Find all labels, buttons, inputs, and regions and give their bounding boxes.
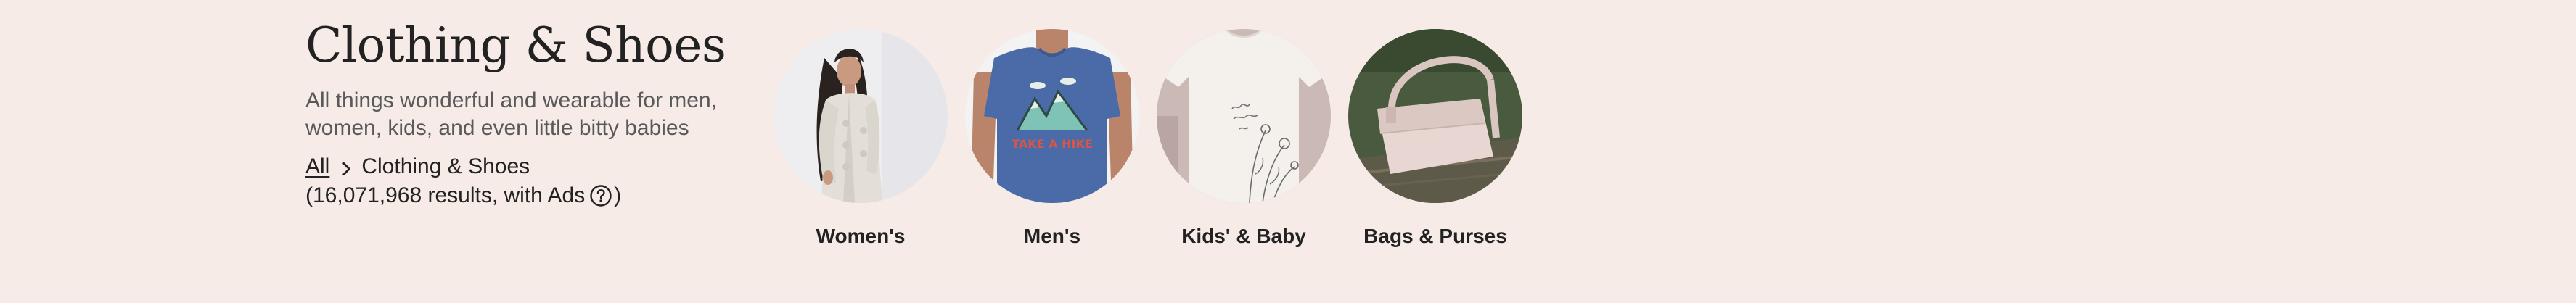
- leather-bag-photo: [1348, 29, 1522, 203]
- womens-clothing-photo: [774, 29, 948, 203]
- breadcrumb-all-link[interactable]: All: [305, 152, 329, 181]
- category-label: Men's: [1023, 225, 1081, 247]
- baby-onesie-photo: [1157, 29, 1331, 203]
- page-subtitle: All things wonderful and wearable for me…: [305, 88, 717, 140]
- results-count: (16,071,968 results, with Ads ): [305, 181, 755, 210]
- mens-tshirt-photo: TAKE A HIKE: [965, 29, 1139, 203]
- category-kids-baby[interactable]: Kids' & Baby: [1157, 29, 1331, 249]
- category-womens[interactable]: Women's: [774, 29, 948, 249]
- category-label: Kids' & Baby: [1181, 225, 1306, 247]
- shirt-print-text: TAKE A HIKE: [1012, 137, 1093, 151]
- results-count-close: ): [614, 183, 622, 207]
- category-label: Women's: [816, 225, 906, 247]
- category-carousel: Women's TAKE A HIKE Men's Kids' & Baby B…: [774, 29, 1522, 249]
- category-mens[interactable]: TAKE A HIKE Men's: [965, 29, 1139, 249]
- category-label: Bags & Purses: [1363, 225, 1507, 247]
- results-count-text: (16,071,968 results, with Ads: [305, 183, 586, 207]
- breadcrumb-current: Clothing & Shoes: [361, 154, 530, 178]
- page-title: Clothing & Shoes: [305, 17, 726, 73]
- category-header: Clothing & Shoes All things wonderful an…: [305, 17, 755, 210]
- category-bags-purses[interactable]: Bags & Purses: [1348, 29, 1522, 249]
- breadcrumb: All Clothing & Shoes: [305, 152, 755, 181]
- question-circle-icon[interactable]: [589, 184, 612, 207]
- chevron-right-icon: [337, 157, 356, 176]
